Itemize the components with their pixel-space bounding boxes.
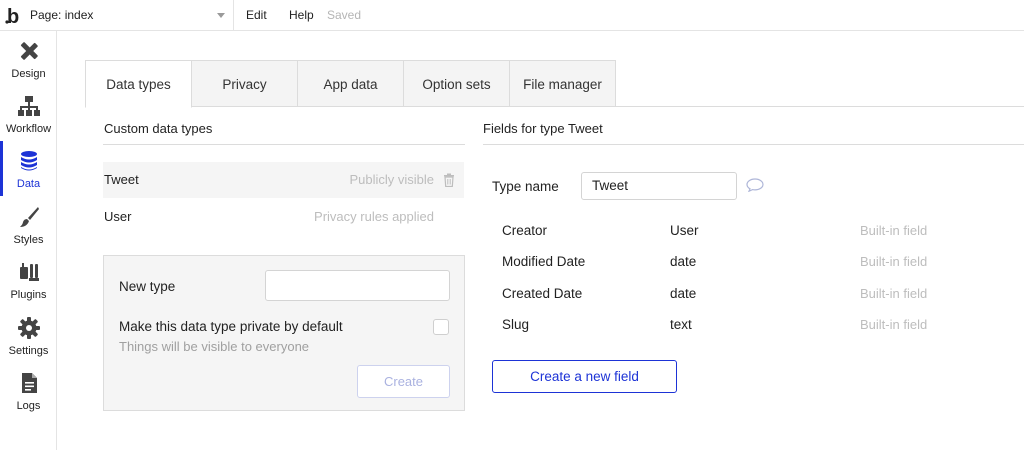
new-type-input[interactable] [265, 270, 450, 301]
tab-data-types[interactable]: Data types [85, 60, 192, 108]
bubble-logo-icon[interactable]: b [4, 4, 26, 26]
sidebar-item-label: Design [11, 68, 46, 80]
field-note: Built-in field [860, 286, 928, 301]
divider [103, 144, 465, 145]
save-status: Saved [327, 8, 362, 22]
data-type-name: User [104, 209, 132, 224]
sidebar-item-styles[interactable]: Styles [0, 197, 57, 252]
divider [483, 144, 1024, 145]
private-default-checkbox[interactable] [433, 319, 449, 335]
field-note: Built-in field [860, 317, 928, 332]
workflow-icon [18, 96, 40, 116]
sidebar-item-workflow[interactable]: Workflow [0, 86, 57, 141]
tab-bar: Data types Privacy App data Option sets … [85, 60, 1024, 108]
trash-icon[interactable] [443, 173, 455, 187]
sidebar-item-label: Data [16, 178, 41, 190]
tab-option-sets[interactable]: Option sets [404, 60, 510, 107]
field-name: Created Date [502, 286, 583, 301]
data-type-name: Tweet [104, 172, 139, 187]
comment-icon[interactable] [746, 178, 764, 192]
field-name: Creator [502, 223, 548, 238]
new-type-panel: New type Make this data type private by … [103, 255, 465, 411]
type-name-input[interactable]: Tweet [581, 172, 737, 200]
field-name: Slug [502, 317, 530, 332]
sidebar-item-design[interactable]: Design [0, 31, 57, 86]
sidebar-item-settings[interactable]: Settings [0, 308, 57, 363]
tab-privacy[interactable]: Privacy [192, 60, 298, 107]
data-type-row-tweet[interactable]: Tweet Publicly visible [103, 162, 464, 198]
document-icon [22, 373, 37, 393]
gear-icon [18, 317, 40, 339]
tab-app-data[interactable]: App data [298, 60, 404, 107]
field-name: Modified Date [502, 254, 586, 269]
field-note: Built-in field [860, 254, 928, 269]
fields-title: Fields for type Tweet [483, 121, 603, 136]
page-selector-label: Page: index [30, 8, 94, 22]
sidebar-item-label: Plugins [10, 289, 47, 301]
design-icon [20, 42, 38, 60]
create-type-button[interactable]: Create [357, 365, 450, 398]
field-type: text [670, 317, 692, 332]
sidebar: Design Workflow Data Styles Plugins Sett… [0, 31, 57, 450]
field-row-slug[interactable]: Slug text Built-in field [502, 317, 932, 337]
create-new-field-button[interactable]: Create a new field [492, 360, 677, 393]
top-bar: b Page: index Edit Help Saved [0, 0, 1024, 31]
data-type-status: Publicly visible [349, 172, 434, 187]
chevron-down-icon [217, 13, 225, 18]
brush-icon [20, 207, 39, 227]
data-type-status: Privacy rules applied [314, 209, 434, 224]
page-selector[interactable]: Page: index [30, 0, 234, 31]
data-type-row-user[interactable]: User Privacy rules applied [103, 199, 464, 235]
menu-help[interactable]: Help [289, 8, 314, 22]
field-note: Built-in field [860, 223, 928, 238]
sidebar-item-data[interactable]: Data [0, 141, 57, 196]
field-row-creator[interactable]: Creator User Built-in field [502, 223, 932, 243]
field-type: date [670, 254, 697, 269]
sidebar-item-logs[interactable]: Logs [0, 363, 57, 418]
sidebar-item-label: Styles [13, 234, 44, 246]
field-row-created-date[interactable]: Created Date date Built-in field [502, 286, 932, 306]
field-row-modified-date[interactable]: Modified Date date Built-in field [502, 254, 932, 274]
data-icon [21, 151, 37, 171]
sidebar-item-label: Logs [16, 400, 41, 412]
field-type: date [670, 286, 697, 301]
main-content: Data types Privacy App data Option sets … [85, 60, 1024, 450]
svg-text:b: b [7, 6, 19, 26]
sidebar-item-plugins[interactable]: Plugins [0, 252, 57, 307]
plugin-icon [20, 263, 39, 281]
sidebar-item-label: Settings [8, 345, 49, 357]
custom-data-types-title: Custom data types [104, 121, 213, 136]
private-default-hint: Things will be visible to everyone [119, 339, 310, 354]
new-type-label: New type [119, 279, 176, 294]
tab-file-manager[interactable]: File manager [510, 60, 616, 107]
menu-edit[interactable]: Edit [246, 8, 267, 22]
sidebar-item-label: Workflow [5, 123, 52, 135]
type-name-label: Type name [492, 179, 559, 194]
field-type: User [670, 223, 699, 238]
private-default-label: Make this data type private by default [119, 319, 343, 334]
